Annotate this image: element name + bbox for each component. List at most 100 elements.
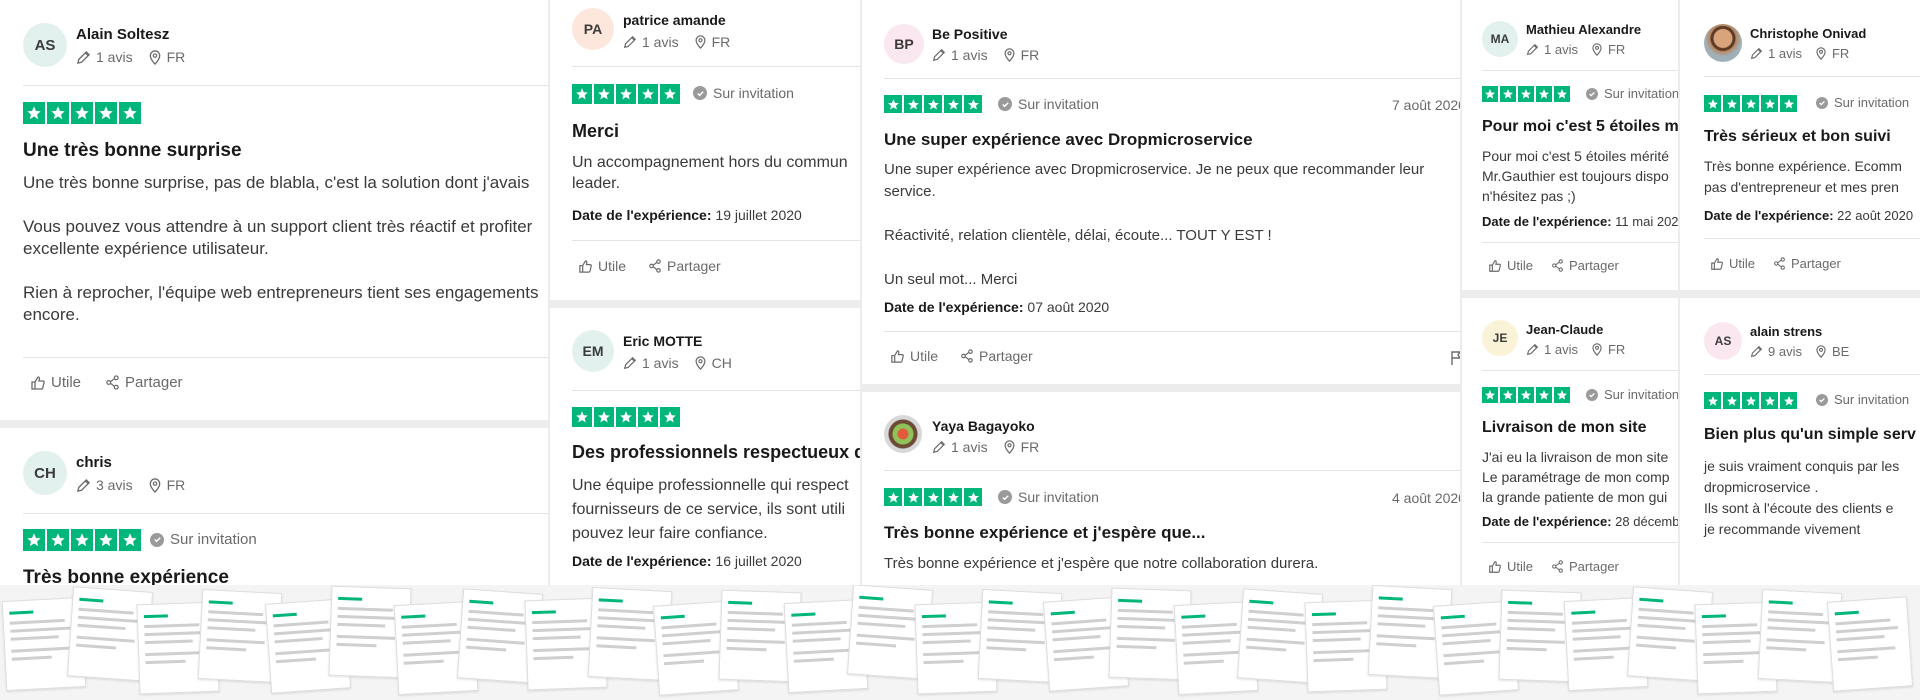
reviewer-meta: 9 avis BE xyxy=(1750,344,1849,359)
location-pin-icon xyxy=(1816,345,1826,358)
reviewer-name[interactable]: Mathieu Alexandre xyxy=(1526,22,1641,37)
country: FR xyxy=(166,49,186,65)
star-icon xyxy=(47,529,69,551)
reviewer-name[interactable]: Jean-Claude xyxy=(1526,322,1603,337)
star-icon xyxy=(660,84,680,104)
review-card: MA Mathieu Alexandre 1 avis FR Sur invit… xyxy=(1462,0,1678,290)
reviewer-meta: 1 avis FR xyxy=(1526,342,1625,357)
review-card: PA patrice amande 1 avis FR Sur invitati… xyxy=(550,0,860,300)
location-pin-icon xyxy=(695,356,706,370)
experience-date: Date de l'expérience: 11 mai 2021 xyxy=(1482,214,1678,229)
share-label: Partager xyxy=(1569,559,1619,574)
thumbs-up-icon xyxy=(31,375,45,390)
review-body: Une super expérience avec Dropmicroservi… xyxy=(884,161,1425,288)
star-icon xyxy=(616,407,636,427)
pencil-icon xyxy=(623,35,637,49)
review-title[interactable]: Une très bonne surprise xyxy=(23,140,242,162)
divider xyxy=(23,513,548,514)
star-icon xyxy=(1780,392,1797,409)
share-button[interactable]: Partager xyxy=(960,348,1033,364)
review-date: 4 août 2020 xyxy=(1392,490,1460,506)
reviewer-name[interactable]: Yaya Bagayoko xyxy=(932,418,1035,434)
reviewer-name[interactable]: patrice amande xyxy=(623,12,726,28)
star-rating xyxy=(1704,95,1797,112)
share-button[interactable]: Partager xyxy=(648,258,721,274)
star-icon xyxy=(1482,86,1498,102)
review-actions: Utile Partager xyxy=(578,258,721,274)
reviewer-name[interactable]: alain strens xyxy=(1750,324,1822,339)
star-icon xyxy=(924,95,942,113)
star-icon xyxy=(1554,387,1570,403)
avatar: EM xyxy=(572,330,614,372)
star-icon xyxy=(964,488,982,506)
review-title[interactable]: Livraison de mon site xyxy=(1482,419,1646,437)
share-button[interactable]: Partager xyxy=(1551,258,1619,273)
review-title[interactable]: Pour moi c'est 5 étoiles m xyxy=(1482,118,1678,136)
check-circle-icon xyxy=(693,86,707,100)
star-icon xyxy=(924,488,942,506)
reviewer-meta: 1 avis FR xyxy=(623,34,730,50)
thumbs-up-icon xyxy=(891,349,904,363)
reviewer-meta: 1 avis CH xyxy=(623,355,732,371)
divider xyxy=(884,78,1460,79)
share-icon xyxy=(1774,257,1785,270)
share-button[interactable]: Partager xyxy=(1551,559,1619,574)
reviewer-meta: 1 avis FR xyxy=(76,49,185,65)
star-icon xyxy=(23,102,45,124)
review-title[interactable]: Des professionnels respectueux d xyxy=(572,442,860,463)
review-body: Une très bonne surprise, pas de blabla, … xyxy=(23,173,539,324)
helpful-button[interactable]: Utile xyxy=(30,374,81,391)
review-count: 1 avis xyxy=(1768,46,1802,61)
review-title[interactable]: Merci xyxy=(572,121,619,142)
thumbs-up-icon xyxy=(1489,259,1501,272)
divider xyxy=(884,331,1460,332)
reviewer-name[interactable]: Eric MOTTE xyxy=(623,333,702,349)
review-title[interactable]: Une super expérience avec Dropmicroservi… xyxy=(884,130,1253,150)
star-icon xyxy=(1704,392,1721,409)
review-card: AS alain strens 9 avis BE Sur invitation… xyxy=(1680,298,1920,588)
review-actions: Utile Partager xyxy=(890,348,1033,364)
divider xyxy=(572,390,860,391)
star-icon xyxy=(1500,86,1516,102)
helpful-button[interactable]: Utile xyxy=(1488,258,1533,273)
avatar: JE xyxy=(1482,320,1518,356)
star-icon xyxy=(616,84,636,104)
invitation-label: Sur invitation xyxy=(1604,86,1678,101)
review-title[interactable]: Très bonne expérience et j'espère que... xyxy=(884,523,1206,543)
review-date: 7 août 2020 xyxy=(1392,97,1460,113)
review-body: J'ai eu la livraison de mon site Le para… xyxy=(1482,449,1670,505)
share-button[interactable]: Partager xyxy=(1773,256,1841,271)
helpful-button[interactable]: Utile xyxy=(578,258,626,274)
pencil-icon xyxy=(932,440,946,454)
share-button[interactable]: Partager xyxy=(105,374,183,391)
reviewer-name[interactable]: chris xyxy=(76,454,112,471)
reviewer-meta: 1 avis FR xyxy=(932,47,1039,63)
share-icon xyxy=(1552,259,1563,272)
reviewer-name[interactable]: Alain Soltesz xyxy=(76,26,169,43)
star-icon xyxy=(1704,95,1721,112)
star-icon xyxy=(572,84,592,104)
location-pin-icon xyxy=(1592,43,1602,56)
helpful-button[interactable]: Utile xyxy=(1710,256,1755,271)
country: FR xyxy=(1020,439,1040,455)
reviewer-name[interactable]: Be Positive xyxy=(932,26,1007,42)
location-pin-icon xyxy=(149,49,160,65)
reviewer-name[interactable]: Christophe Onivad xyxy=(1750,26,1866,41)
star-icon xyxy=(23,529,45,551)
helpful-button[interactable]: Utile xyxy=(1488,559,1533,574)
review-title[interactable]: Bien plus qu'un simple serv xyxy=(1704,426,1916,444)
flag-icon[interactable] xyxy=(1450,350,1460,366)
star-icon xyxy=(95,102,117,124)
star-icon xyxy=(572,407,592,427)
review-count: 3 avis xyxy=(96,477,133,493)
experience-date: Date de l'expérience: 16 juillet 2020 xyxy=(572,553,802,569)
review-body: Pour moi c'est 5 étoiles mérité Mr.Gauth… xyxy=(1482,148,1670,204)
helpful-button[interactable]: Utile xyxy=(890,348,938,364)
star-icon xyxy=(904,488,922,506)
check-circle-icon xyxy=(998,490,1012,504)
star-icon xyxy=(1536,86,1552,102)
invitation-label: Sur invitation xyxy=(1604,387,1678,402)
review-title[interactable]: Très sérieux et bon suivi xyxy=(1704,128,1891,146)
avatar: AS xyxy=(1704,322,1742,360)
divider xyxy=(1704,374,1920,375)
